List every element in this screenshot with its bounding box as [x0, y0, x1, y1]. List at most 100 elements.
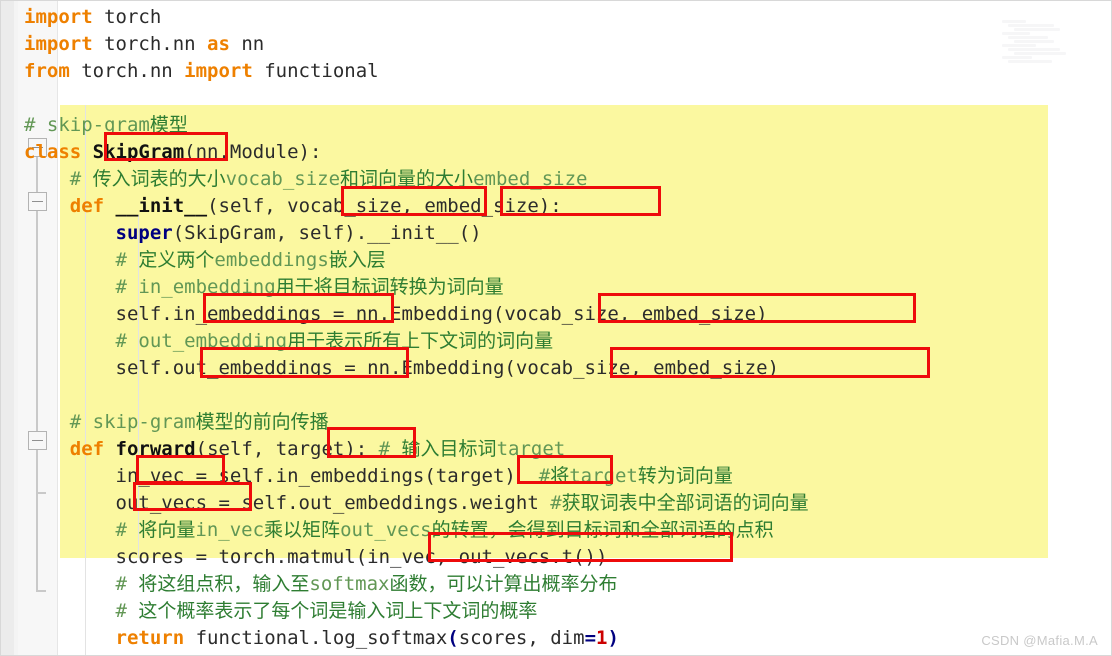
- code-token: 将向量: [138, 519, 196, 541]
- code-token: (: [447, 627, 459, 649]
- code-token: 这个概率表示了每个词是输入词上下文词的概率: [138, 600, 538, 622]
- code-token: functional: [252, 60, 379, 82]
- minimap-row: [1014, 28, 1060, 31]
- minimap-row: [1014, 40, 1054, 43]
- code-line[interactable]: # 将这组点积，输入至softmax函数，可以计算出概率分布: [24, 571, 618, 598]
- minimap-row: [1008, 60, 1052, 63]
- csdn-watermark: CSDN @Mafia.M.A: [981, 633, 1098, 648]
- code-token: #: [550, 492, 562, 514]
- code-line[interactable]: from torch.nn import functional: [24, 58, 379, 85]
- code-token: (self, vocab_size, embed_size):: [207, 195, 562, 217]
- code-token: import: [184, 60, 253, 82]
- code-token: # in_embedding: [24, 276, 276, 298]
- code-token: 传入词表的大小: [92, 168, 226, 190]
- code-token: 将: [550, 465, 570, 487]
- code-token: #: [24, 573, 139, 595]
- code-minimap[interactable]: [1002, 20, 1106, 66]
- code-token: 乘以矩阵: [264, 519, 341, 541]
- code-text-layer[interactable]: import torch import torch.nn as nn from to…: [0, 0, 1112, 656]
- code-line[interactable]: # 将向量in_vec乘以矩阵out_vecs的转置，会得到目标词和全部词语的点…: [24, 517, 774, 544]
- code-token: vocab_size: [225, 168, 341, 190]
- code-line[interactable]: def forward(self, target): # 输入目标词target: [24, 436, 565, 463]
- minimap-row: [1002, 32, 1030, 35]
- code-token: def: [69, 195, 105, 217]
- code-token: 函数，可以计算出概率分布: [389, 573, 618, 595]
- code-token: class: [24, 141, 82, 163]
- minimap-row: [1008, 24, 1054, 27]
- code-token: import: [24, 33, 93, 55]
- code-token: #: [24, 249, 139, 271]
- code-token: # skip-gram: [24, 114, 150, 136]
- code-token: # skip-gram: [24, 411, 196, 433]
- code-token: 将这组点积，输入至: [138, 573, 310, 595]
- code-line[interactable]: import torch: [24, 4, 161, 31]
- code-token: __init__: [115, 195, 208, 217]
- code-line[interactable]: class SkipGram(nn.Module):: [24, 139, 321, 166]
- code-token: super: [115, 222, 173, 244]
- code-token: 用于表示所有上下文词的词向量: [287, 330, 554, 352]
- code-token: 定义两个: [138, 249, 215, 271]
- code-line[interactable]: # out_embedding用于表示所有上下文词的词向量: [24, 328, 554, 355]
- code-token: ): [607, 627, 619, 649]
- code-editor-screenshot: import torch import torch.nn as nn from to…: [0, 0, 1112, 656]
- code-line[interactable]: # skip-gram模型: [24, 112, 188, 139]
- code-token: from: [24, 60, 70, 82]
- code-token: out_vecs = self.out_embeddings.weight: [24, 492, 551, 514]
- code-line[interactable]: def __init__(self, vocab_size, embed_siz…: [24, 193, 562, 220]
- code-token: import: [24, 6, 93, 28]
- code-line[interactable]: # skip-gram模型的前向传播: [24, 409, 329, 436]
- code-token: #: [24, 519, 139, 541]
- code-token: in_vec = self.in_embeddings(target): [24, 465, 539, 487]
- code-line[interactable]: # 定义两个embeddings嵌入层: [24, 247, 386, 274]
- code-token: #: [24, 168, 93, 190]
- code-token: def: [69, 438, 105, 460]
- code-token: 模型: [149, 114, 188, 136]
- code-token: 的转置，会得到目标词和全部词语的点积: [431, 519, 774, 541]
- code-token: #: [378, 438, 402, 460]
- code-token: torch.nn: [92, 33, 208, 55]
- code-token: scores = torch.matmul(in_vec, out_vecs.t…: [24, 546, 608, 568]
- code-line[interactable]: out_vecs = self.out_embeddings.weight #获…: [24, 490, 809, 517]
- code-line[interactable]: self.in_embeddings = nn.Embedding(vocab_…: [24, 301, 768, 328]
- minimap-row: [1008, 36, 1048, 39]
- minimap-row: [1008, 48, 1060, 51]
- code-line[interactable]: import torch.nn as nn: [24, 31, 264, 58]
- code-token: #: [538, 465, 551, 487]
- code-line[interactable]: self.out_embeddings = nn.Embedding(vocab…: [24, 355, 779, 382]
- code-token: return: [115, 627, 185, 649]
- code-token: (nn.Module):: [184, 141, 322, 163]
- code-line[interactable]: in_vec = self.in_embeddings(target) #将ta…: [24, 463, 733, 490]
- code-line[interactable]: # in_embedding用于将目标词转换为词向量: [24, 274, 504, 301]
- code-token: out_vecs: [340, 519, 432, 541]
- minimap-row: [1002, 44, 1036, 47]
- code-line[interactable]: scores = torch.matmul(in_vec, out_vecs.t…: [24, 544, 608, 571]
- minimap-row: [1002, 56, 1032, 59]
- code-token: as: [207, 33, 230, 55]
- code-token: =: [584, 627, 597, 649]
- code-token: torch: [92, 6, 162, 28]
- code-token: 转为词向量: [637, 465, 733, 487]
- code-token: SkipGram: [92, 141, 185, 163]
- code-token: embed_size: [473, 168, 588, 190]
- code-line[interactable]: # 传入词表的大小vocab_size和词向量的大小embed_size: [24, 166, 588, 193]
- code-token: functional.log_softmax: [184, 627, 448, 649]
- code-token: 获取词表中全部词语的词向量: [561, 492, 809, 514]
- code-line[interactable]: return functional.log_softmax(scores, di…: [24, 625, 619, 652]
- code-token: forward: [115, 438, 196, 460]
- code-line[interactable]: # 这个概率表示了每个词是输入词上下文词的概率: [24, 598, 538, 625]
- code-token: scores, dim: [458, 627, 585, 649]
- code-token: self.out_embeddings = nn.Embedding(vocab…: [24, 357, 779, 379]
- code-line[interactable]: super(SkipGram, self).__init__(): [24, 220, 482, 247]
- code-token: # out_embedding: [24, 330, 288, 352]
- code-token: 输入目标词: [401, 438, 497, 460]
- code-token: nn: [229, 33, 265, 55]
- code-token: 和词向量的大小: [340, 168, 474, 190]
- code-token: self.in_embeddings = nn.Embedding(vocab_…: [24, 303, 768, 325]
